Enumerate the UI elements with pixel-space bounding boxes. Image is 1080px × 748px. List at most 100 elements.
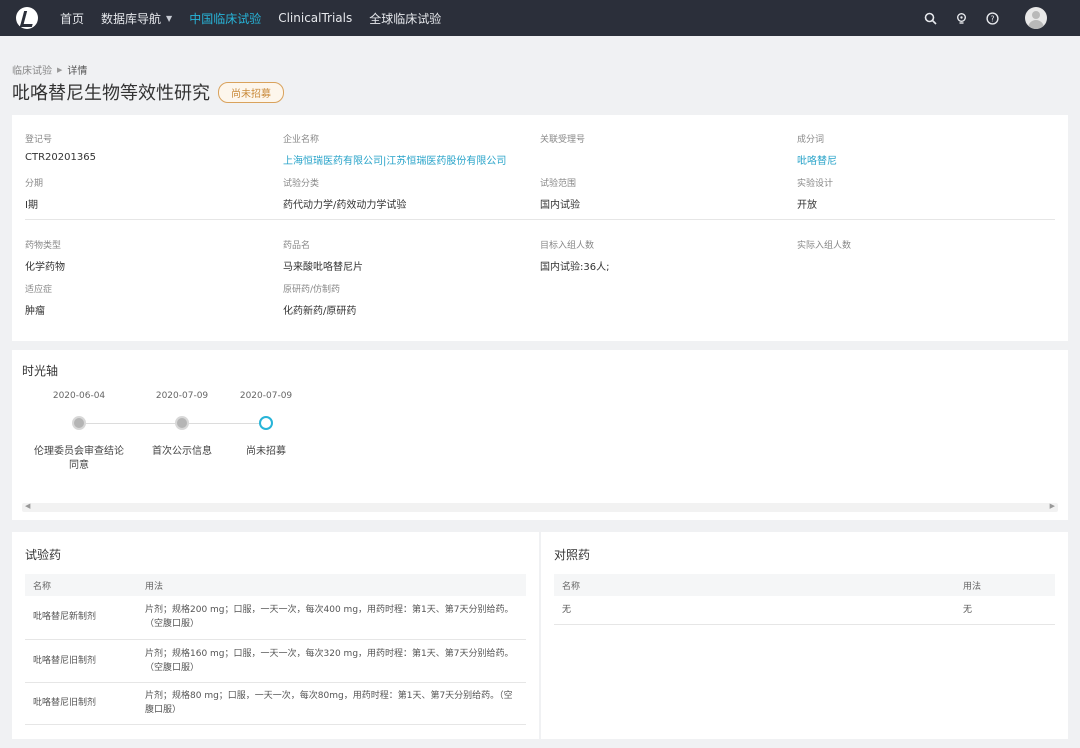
control-drug-card: 对照药 名称 用法 无 无 [541,532,1068,739]
test-drug-table: 名称 用法 吡咯替尼新制剂 片剂；规格200 mg；口服，一天一次，每次400 … [25,574,526,725]
field-label: 分期 [25,179,44,189]
test-drug-card: 试验药 名称 用法 吡咯替尼新制剂 片剂；规格200 mg；口服，一天一次，每次… [12,532,539,739]
timeline-dot[interactable] [175,416,189,430]
timeline-label: 尚未招募 [246,446,286,457]
nav-right-tools: ? [923,7,1080,29]
breadcrumb-separator-icon: ▶ [57,65,63,74]
drug-name-cell: 吡咯替尼旧制剂 [25,682,137,725]
field-label: 药物类型 [25,241,62,251]
field-label: 目标入组人数 [540,241,595,251]
field-label: 原研药/仿制药 [283,285,341,295]
breadcrumb-parent[interactable]: 临床试验 [12,62,52,77]
table-row: 无 无 [554,596,1055,625]
field-ingredient: 成分词 吡咯替尼 [797,132,1037,167]
field-reg-no: 登记号 CTR20201365 [25,132,265,163]
bulb-icon[interactable] [954,11,968,25]
horizontal-scrollbar[interactable]: ◀ ▶ [22,502,1058,512]
timeline-card: 时光轴 2020-06-04 伦理委员会审查结论同意 2020-07-09 首次… [12,350,1068,520]
field-label: 企业名称 [283,135,320,145]
field-value: 化学药物 [25,262,65,273]
field-label: 实际入组人数 [797,241,852,251]
drug-usage-cell: 片剂；规格80 mg；口服，一天一次，每次80mg，用药时程：第1天、第7天分别… [137,682,526,725]
divider [25,219,1055,220]
field-drug-type: 药物类型 化学药物 [25,238,265,273]
drug-name-cell: 吡咯替尼旧制剂 [25,639,137,683]
field-label: 药品名 [283,241,311,251]
field-related-no: 关联受理号 [540,132,780,152]
company-link[interactable]: 上海恒瑞医药有限公司|江苏恒瑞医药股份有限公司 [283,152,523,167]
timeline-title: 时光轴 [22,364,59,378]
field-value: CTR20201365 [25,152,96,163]
title-row: 吡咯替尼生物等效性研究 尚未招募 [12,79,284,105]
field-value: I期 [25,200,38,211]
field-value: 开放 [797,200,817,211]
nav-global-trials[interactable]: 全球临床试验 [369,10,441,27]
top-nav: 首页 数据库导航 ▼ 中国临床试验 ClinicalTrials 全球临床试验 … [0,0,1080,36]
logo-icon[interactable] [16,7,38,29]
field-value: 药代动力学/药效动力学试验 [283,200,407,211]
field-value: 国内试验 [540,200,580,211]
help-icon[interactable]: ? [985,11,999,25]
field-value: 肿瘤 [25,306,45,317]
breadcrumb: 临床试验 ▶ 详情 [12,62,88,78]
scroll-left-icon[interactable]: ◀ [25,502,30,510]
timeline-dot[interactable] [72,416,86,430]
info-card: 登记号 CTR20201365 企业名称 上海恒瑞医药有限公司|江苏恒瑞医药股份… [12,115,1068,341]
column-header: 名称 [554,574,955,596]
column-header: 用法 [955,574,1055,596]
field-company: 企业名称 上海恒瑞医药有限公司|江苏恒瑞医药股份有限公司 [283,132,523,167]
nav-database-dropdown[interactable]: 数据库导航 ▼ [101,10,172,27]
field-drug-name: 药品名 马来酸吡咯替尼片 [283,238,523,273]
ingredient-link[interactable]: 吡咯替尼 [797,152,1037,167]
control-drug-title: 对照药 [554,548,591,562]
timeline-connector [188,423,270,424]
field-indication: 适应症 肿瘤 [25,282,265,317]
field-category: 试验分类 药代动力学/药效动力学试验 [283,176,523,211]
page-title: 吡咯替尼生物等效性研究 [12,83,210,104]
field-value: 马来酸吡咯替尼片 [283,262,363,273]
field-label: 试验范围 [540,179,577,189]
field-scope: 试验范围 国内试验 [540,176,780,211]
drug-usage-cell: 片剂；规格160 mg；口服，一天一次，每次320 mg，用药时程：第1天、第7… [137,639,526,683]
field-label: 登记号 [25,135,53,145]
status-badge: 尚未招募 [218,81,284,103]
table-row: 吡咯替尼旧制剂 片剂；规格160 mg；口服，一天一次，每次320 mg，用药时… [25,639,526,683]
timeline-dot-current[interactable] [259,416,273,430]
field-label: 适应症 [25,285,53,295]
field-actual-enroll: 实际入组人数 [797,238,1037,258]
nav-china-trials[interactable]: 中国临床试验 [189,10,261,27]
svg-text:?: ? [990,14,994,23]
column-header: 名称 [25,574,137,596]
field-value: 国内试验:36人; [540,262,610,273]
table-row: 吡咯替尼新制剂 片剂；规格200 mg；口服，一天一次，每次400 mg，用药时… [25,596,526,640]
drug-name-cell: 无 [554,596,955,625]
field-label: 实验设计 [797,179,834,189]
table-header-row: 名称 用法 [554,574,1055,596]
control-drug-table: 名称 用法 无 无 [554,574,1055,625]
field-phase: 分期 I期 [25,176,265,211]
nav-database-label: 数据库导航 [101,11,162,26]
drug-name-cell: 吡咯替尼新制剂 [25,596,137,640]
field-label: 试验分类 [283,179,320,189]
user-avatar-icon[interactable] [1025,7,1047,29]
timeline-date: 2020-07-09 [155,391,209,401]
field-origin: 原研药/仿制药 化药新药/原研药 [283,282,523,317]
table-header-row: 名称 用法 [25,574,526,596]
drug-usage-cell: 片剂；规格200 mg；口服，一天一次，每次400 mg，用药时程：第1天、第7… [137,596,526,640]
nav-home[interactable]: 首页 [60,10,84,27]
timeline-label: 首次公示信息 [152,446,212,457]
field-design: 实验设计 开放 [797,176,1037,211]
column-header: 用法 [137,574,526,596]
scroll-right-icon[interactable]: ▶ [1050,502,1055,510]
nav-clinicaltrials[interactable]: ClinicalTrials [278,11,352,25]
breadcrumb-current: 详情 [67,66,88,77]
field-target-enroll: 目标入组人数 国内试验:36人; [540,238,780,273]
chevron-down-icon: ▼ [166,13,173,23]
search-icon[interactable] [923,11,937,25]
timeline-label: 伦理委员会审查结论同意 [34,446,124,471]
timeline-date: 2020-07-09 [239,391,293,401]
drug-usage-cell: 无 [955,596,1055,625]
timeline-date: 2020-06-04 [52,391,106,401]
test-drug-title: 试验药 [25,548,62,562]
field-label: 成分词 [797,135,825,145]
